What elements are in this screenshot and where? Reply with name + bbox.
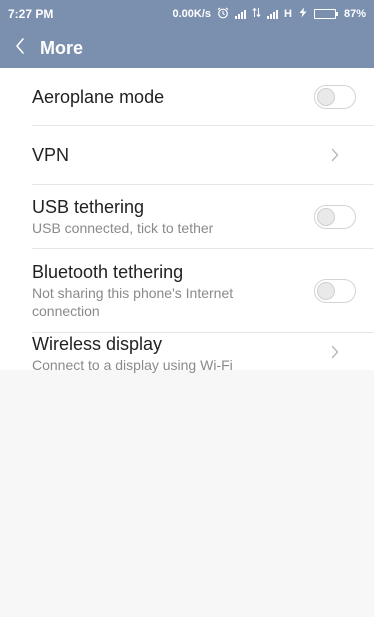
setting-label: Bluetooth tethering <box>32 262 184 282</box>
setting-label: USB tethering <box>32 197 145 217</box>
setting-subtitle: Connect to a display using Wi-Fi <box>32 357 233 373</box>
app-bar: More <box>0 28 374 68</box>
data-transfer-icon <box>252 7 261 21</box>
toggle-knob <box>317 207 335 226</box>
toggle-knob <box>317 281 335 300</box>
signal-strength-secondary-icon <box>267 9 279 19</box>
setting-subtitle: Not sharing this phone's Internet connec… <box>32 285 234 319</box>
toggle-knob <box>317 87 335 106</box>
bluetooth-tethering-toggle[interactable] <box>314 278 356 303</box>
setting-label: VPN <box>32 145 70 165</box>
battery-percent: 87% <box>343 8 366 20</box>
setting-subtitle: USB connected, tick to tether <box>32 220 214 236</box>
setting-usb-tethering[interactable]: USB tethering USB connected, tick to tet… <box>32 185 374 249</box>
setting-aeroplane-mode[interactable]: Aeroplane mode <box>32 68 374 126</box>
back-button[interactable] <box>0 28 40 68</box>
settings-list: Aeroplane mode VPN USB tethering USB con… <box>0 68 374 373</box>
signal-strength-icon <box>235 9 247 19</box>
status-time: 7:27 PM <box>8 7 54 21</box>
setting-label: Wireless display <box>32 334 163 354</box>
aeroplane-mode-toggle[interactable] <box>314 84 356 109</box>
page-title: More <box>40 37 84 58</box>
status-icons: 0.00K/s H 87% <box>172 7 366 22</box>
setting-wireless-display[interactable]: Wireless display Connect to a display us… <box>32 333 374 373</box>
charging-icon <box>298 7 308 21</box>
setting-label: Aeroplane mode <box>32 86 165 107</box>
battery-icon <box>313 9 338 19</box>
alarm-icon <box>217 7 229 22</box>
network-speed: 0.00K/s <box>172 8 212 20</box>
usb-tethering-toggle[interactable] <box>314 204 356 229</box>
chevron-right-icon <box>314 148 356 162</box>
setting-vpn[interactable]: VPN <box>32 126 374 185</box>
chevron-right-icon <box>314 345 356 359</box>
setting-bluetooth-tethering[interactable]: Bluetooth tethering Not sharing this pho… <box>32 249 374 333</box>
network-type: H <box>284 8 292 20</box>
chevron-left-icon <box>14 37 26 60</box>
status-bar: 7:27 PM 0.00K/s H 87% <box>0 0 374 28</box>
